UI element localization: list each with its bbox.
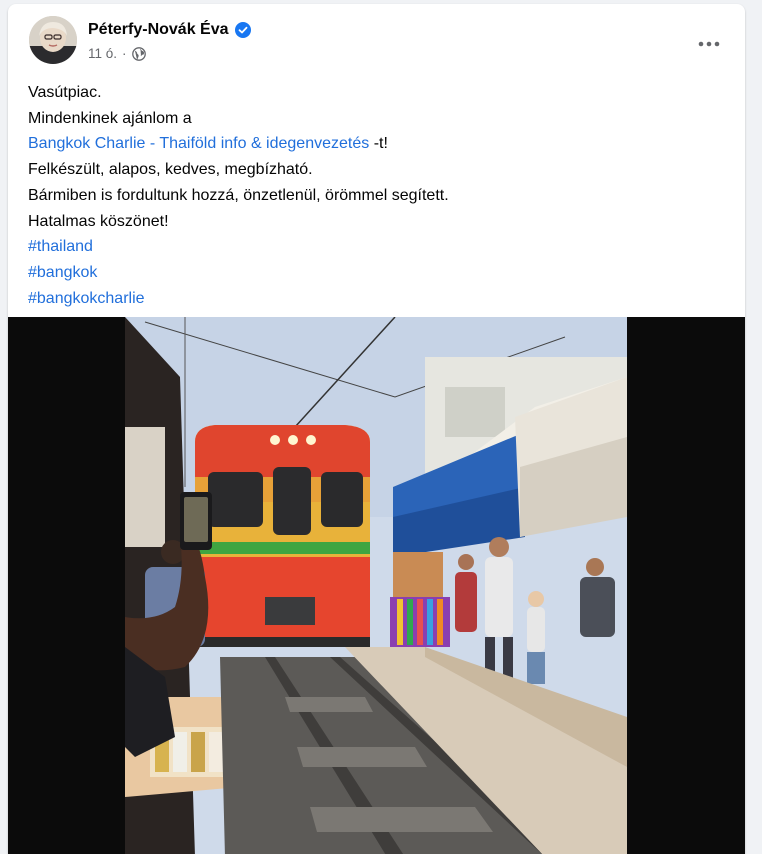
post-text-line: Hatalmas köszönet! [28, 212, 169, 230]
post-text-line: Bangkok Charlie - Thaiföld info & idegen… [28, 131, 728, 157]
post-text-line: Bármiben is fordultunk hozzá, önzetlenül… [28, 186, 449, 204]
hashtag-link[interactable]: #thailand [28, 234, 728, 260]
page-mention-link[interactable]: Bangkok Charlie - Thaiföld info & idegen… [28, 135, 369, 152]
verified-badge-icon [234, 22, 251, 38]
mention-suffix: -t! [369, 135, 388, 153]
hashtag-link[interactable]: #bangkokcharlie [28, 286, 728, 312]
post-text-line: Mindenkinek ajánlom a [28, 109, 192, 127]
post-text: Vasútpiac. Mindenkinek ajánlom a Bangkok… [28, 80, 728, 311]
hashtag-link[interactable]: #bangkok [28, 260, 728, 286]
more-options-icon[interactable] [691, 26, 727, 62]
post-header: Péterfy-Novák Éva 11 ó. · [8, 4, 745, 74]
post-card: Péterfy-Novák Éva 11 ó. · Vasútpiac. Min… [8, 4, 745, 854]
meta-separator: · [122, 46, 127, 61]
post-text-line: Vasútpiac. [28, 84, 102, 101]
post-text-line: Felkészült, alapos, kedves, megbízható. [28, 161, 313, 179]
avatar-image [29, 16, 77, 64]
post-timestamp[interactable]: 11 ó. [88, 46, 117, 61]
post-meta: 11 ó. · [88, 46, 146, 61]
author-avatar[interactable] [29, 16, 77, 64]
globe-icon[interactable] [131, 46, 146, 61]
author-name[interactable]: Péterfy-Novák Éva [88, 21, 229, 39]
post-media[interactable] [8, 317, 745, 854]
train-market-photo [125, 317, 627, 854]
post-photo[interactable] [125, 317, 627, 854]
author-name-row: Péterfy-Novák Éva [88, 21, 251, 39]
